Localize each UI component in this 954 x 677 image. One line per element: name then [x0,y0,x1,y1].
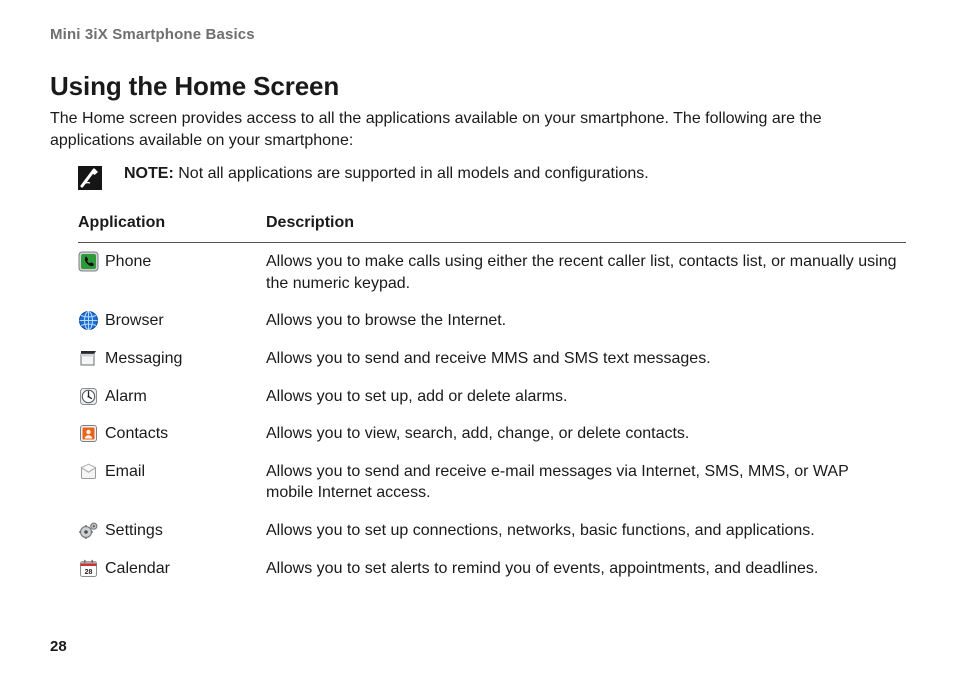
browser-app-icon [78,310,99,331]
application-description: Allows you to set alerts to remind you o… [266,550,906,588]
application-cell: Calendar [78,558,258,580]
note-icon [78,166,102,190]
settings-app-icon [78,520,99,541]
page-title: Using the Home Screen [50,71,906,102]
description-column-header: Description [266,208,906,243]
application-description: Allows you to browse the Internet. [266,302,906,340]
phone-app-icon [78,251,99,272]
table-row: Messaging Allows you to send and receive … [78,340,906,378]
table-row: Email Allows you to send and receive e-ma… [78,453,906,512]
application-name: Browser [105,310,164,332]
note-label: NOTE: [124,165,174,182]
contacts-app-icon [78,423,99,444]
application-description: Allows you to view, search, add, change,… [266,415,906,453]
application-cell: Browser [78,310,258,332]
application-description: Allows you to set up, add or delete alar… [266,378,906,416]
application-cell: Contacts [78,423,258,445]
messaging-app-icon [78,348,99,369]
application-name: Messaging [105,348,182,370]
alarm-app-icon [78,386,99,407]
application-cell: Settings [78,520,258,542]
application-name: Email [105,461,145,483]
section-header: Mini 3iX Smartphone Basics [50,26,906,43]
intro-paragraph: The Home screen provides access to all t… [50,108,906,151]
note-callout: NOTE: Not all applications are supported… [50,165,906,190]
table-header-row: Application Description [78,208,906,243]
table-row: Browser Allows you to browse the Internet… [78,302,906,340]
application-name: Alarm [105,386,147,408]
application-name: Phone [105,251,151,273]
table-row: Settings Allows you to set up connections… [78,512,906,550]
table-row: Contacts Allows you to view, search, add,… [78,415,906,453]
application-cell: Phone [78,251,258,273]
application-name: Contacts [105,423,168,445]
table-row: Phone Allows you to make calls using eith… [78,243,906,303]
application-description: Allows you to set up connections, networ… [266,512,906,550]
application-cell: Email [78,461,258,483]
page-number: 28 [50,638,67,655]
application-column-header: Application [78,208,266,243]
application-cell: Messaging [78,348,258,370]
application-cell: Alarm [78,386,258,408]
application-description: Allows you to send and receive e-mail me… [266,453,906,512]
note-text: NOTE: Not all applications are supported… [124,165,649,183]
application-description: Allows you to send and receive MMS and S… [266,340,906,378]
application-description: Allows you to make calls using either th… [266,243,906,303]
application-name: Calendar [105,558,170,580]
note-body: Not all applications are supported in al… [178,165,649,182]
calendar-app-icon [78,558,99,579]
application-table: Application Description Phone Allows you … [78,208,906,587]
email-app-icon [78,461,99,482]
document-page: Mini 3iX Smartphone Basics Using the Hom… [0,0,954,677]
table-row: Alarm Allows you to set up, add or delete… [78,378,906,416]
table-row: Calendar Allows you to set alerts to remi… [78,550,906,588]
application-name: Settings [105,520,163,542]
